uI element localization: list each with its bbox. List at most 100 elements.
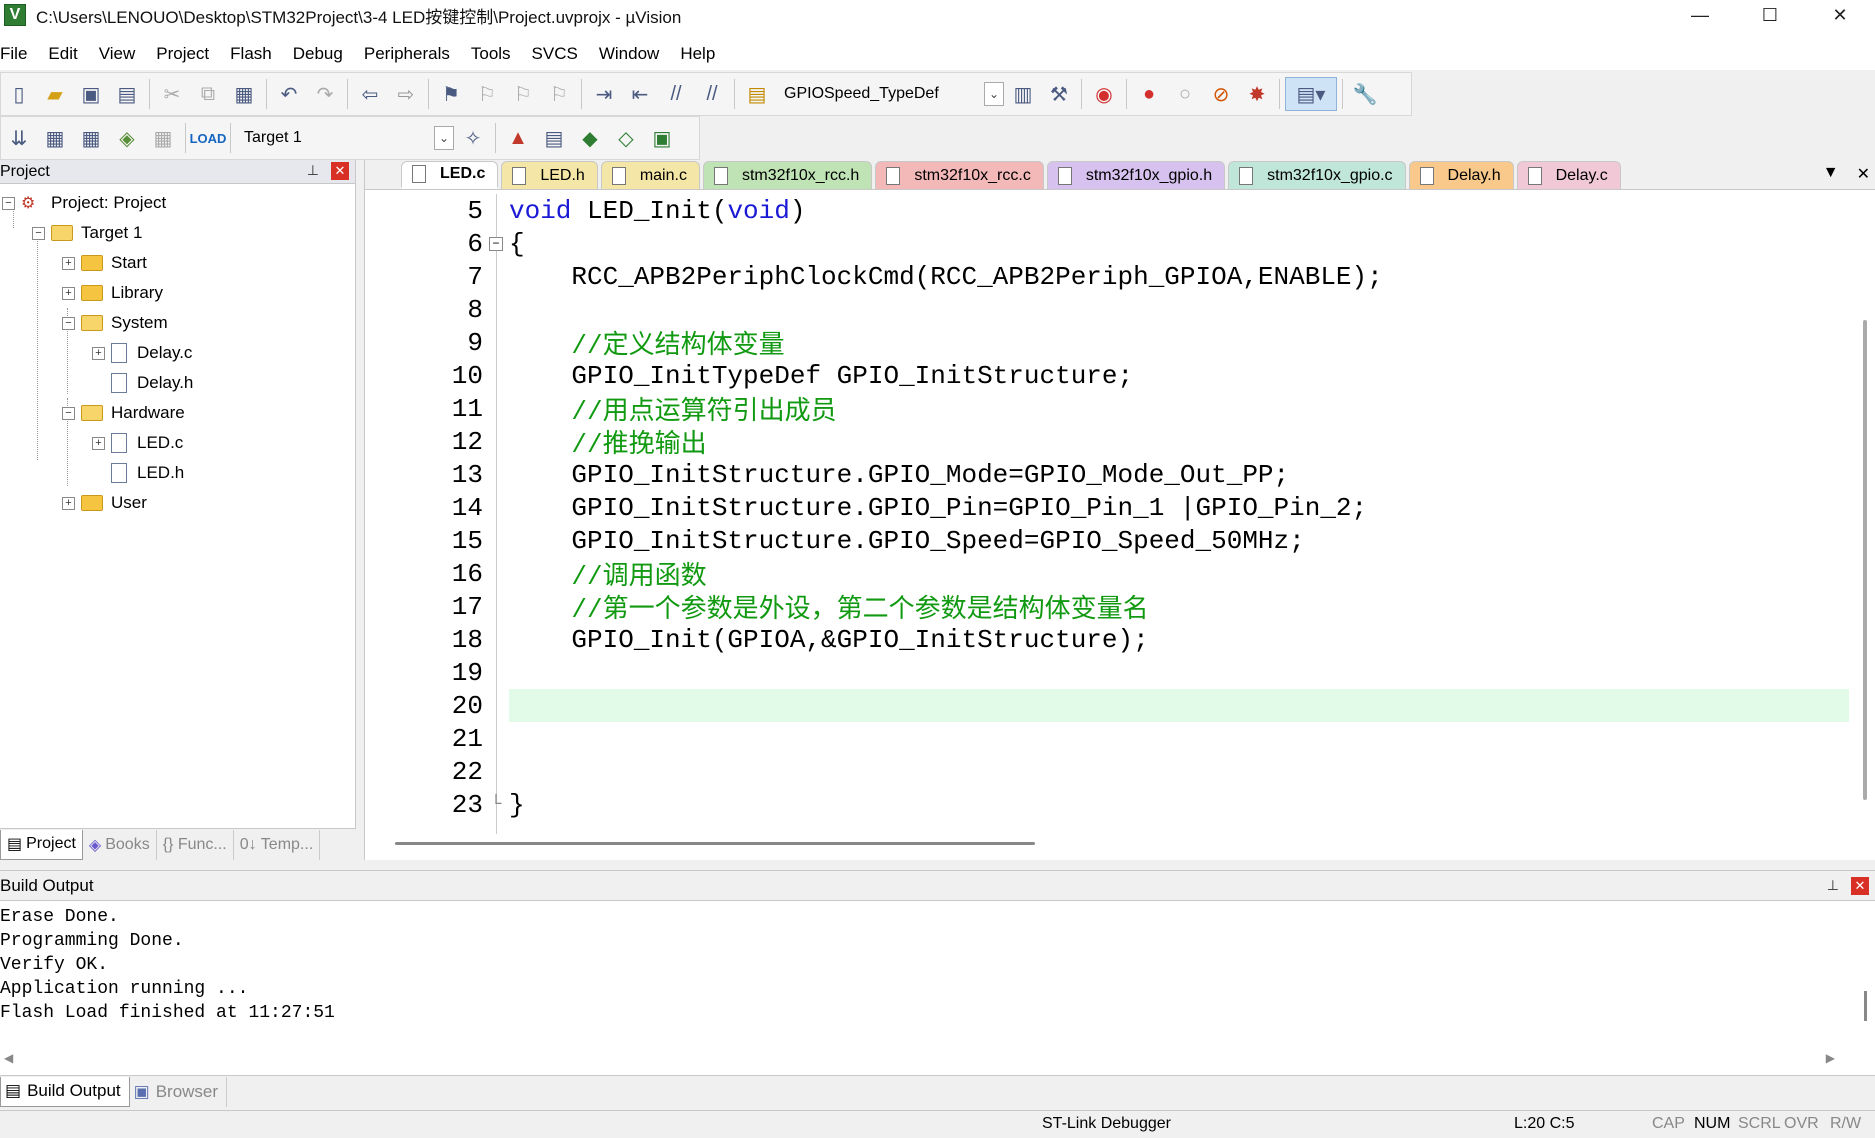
tab-templates[interactable]: 0↓ Temp... [234,829,321,860]
undo-icon[interactable]: ↶ [272,77,306,111]
next-bookmark-icon[interactable]: ⚐ [506,77,540,111]
pin-icon[interactable]: ⊥ [1827,877,1839,894]
comment-icon[interactable]: // [659,77,693,111]
redo-icon[interactable]: ↷ [308,77,342,111]
configure-icon[interactable]: 🔧 [1348,77,1382,111]
collapse-icon[interactable]: − [62,316,75,330]
translate-icon[interactable]: ⇊ [2,121,36,155]
new-file-icon[interactable]: ▯ [2,77,36,111]
menu-tools[interactable]: Tools [471,44,523,64]
enable-breakpoint-icon[interactable]: ○ [1168,77,1202,111]
disable-breakpoints-icon[interactable]: ⊘ [1204,77,1238,111]
tab-led-h[interactable]: LED.h [501,161,598,189]
tab-led-c[interactable]: LED.c [401,161,499,189]
close-icon[interactable]: ✕ [1851,877,1869,895]
kill-breakpoints-icon[interactable]: ✸ [1240,77,1274,111]
incremental-find-icon[interactable]: ⚒ [1042,77,1076,111]
tree-item-led-h[interactable]: LED.h [111,458,184,488]
rebuild-icon[interactable]: ▦ [74,121,108,155]
save-all-icon[interactable]: ▤ [110,77,144,111]
tab-stm32f10x-gpio-h[interactable]: stm32f10x_gpio.h [1046,161,1226,189]
menu-window[interactable]: Window [599,44,671,64]
scroll-right-icon[interactable]: ▶ [1826,1051,1835,1065]
tree-item-system[interactable]: − System [62,308,168,338]
build-icon[interactable]: ▦ [38,121,72,155]
tab-browser[interactable]: ▣ Browser [130,1076,228,1107]
manage-components-icon[interactable]: ▲ [501,121,535,155]
close-tab-icon[interactable]: ✕ [1857,164,1870,184]
chevron-down-icon[interactable]: ⌄ [984,82,1004,106]
indent-icon[interactable]: ⇥ [587,77,621,111]
menu-svcs[interactable]: SVCS [532,44,590,64]
code-editor[interactable]: 5 void LED_Init(void) 6−{7 RCC_APB2PeriphC… [365,194,1853,834]
expand-icon[interactable]: + [62,496,75,510]
close-window-button[interactable]: ✕ [1805,0,1875,30]
menu-view[interactable]: View [99,44,148,64]
tree-item-user[interactable]: + User [62,488,147,518]
tab-project[interactable]: ▤ Project [0,829,83,860]
find-combo[interactable]: GPIOSpeed_TypeDef ⌄ [775,79,1005,109]
file-extensions-icon[interactable]: ▤ [537,121,571,155]
tab-list-icon[interactable]: ▼ [1823,164,1839,184]
tree-item-project[interactable]: − ⚙ Project: Project [2,188,166,218]
select-software-packs-icon[interactable]: ▣ [645,121,679,155]
clear-bookmarks-icon[interactable]: ⚐ [542,77,576,111]
tree-item-library[interactable]: + Library [62,278,163,308]
tab-build-output[interactable]: ▤ Build Output [0,1076,130,1107]
chevron-down-icon[interactable]: ⌄ [434,126,454,150]
unindent-icon[interactable]: ⇤ [623,77,657,111]
tree-item-delay-c[interactable]: + Delay.c [92,338,192,368]
paste-icon[interactable]: ▦ [227,77,261,111]
menu-help[interactable]: Help [680,44,727,64]
bookmark-icon[interactable]: ⚑ [434,77,468,111]
collapse-icon[interactable]: − [32,226,45,240]
tab-functions[interactable]: {} Func... [157,829,234,860]
find-icon[interactable]: ▥ [1006,77,1040,111]
menu-peripherals[interactable]: Peripherals [364,44,462,64]
menu-file[interactable]: File [0,44,39,64]
tab-stm32f10x-rcc-c[interactable]: stm32f10x_rcc.c [875,161,1044,189]
menu-edit[interactable]: Edit [48,44,89,64]
target-options-icon[interactable]: ✧ [456,121,490,155]
insert-breakpoint-icon[interactable]: ● [1132,77,1166,111]
collapse-icon[interactable]: − [62,406,75,420]
tree-item-delay-h[interactable]: Delay.h [111,368,193,398]
navigate-forward-icon[interactable]: ⇨ [389,77,423,111]
debug-session-icon[interactable]: ◉ [1087,77,1121,111]
tree-item-hardware[interactable]: − Hardware [62,398,185,428]
fold-marker-icon[interactable]: └ [489,796,503,814]
pin-icon[interactable]: ⊥ [307,162,319,179]
tab-delay-h[interactable]: Delay.h [1408,161,1514,189]
tree-item-led-c[interactable]: + LED.c [92,428,183,458]
vertical-scrollbar[interactable] [1863,320,1867,800]
window-layout-icon[interactable]: ▤▾ [1285,77,1337,111]
batch-build-icon[interactable]: ◈ [110,121,144,155]
collapse-icon[interactable]: − [2,196,15,210]
expand-icon[interactable]: + [92,346,105,360]
copy-icon[interactable]: ⧉ [191,77,225,111]
prev-bookmark-icon[interactable]: ⚐ [470,77,504,111]
tree-item-start[interactable]: + Start [62,248,147,278]
close-icon[interactable]: ✕ [331,162,349,180]
minimize-button[interactable]: — [1665,0,1735,30]
save-icon[interactable]: ▣ [74,77,108,111]
menu-project[interactable]: Project [156,44,221,64]
find-in-files-icon[interactable]: ▤ [740,77,774,111]
cut-icon[interactable]: ✂ [155,77,189,111]
maximize-button[interactable]: ☐ [1735,0,1805,30]
vertical-scrollbar[interactable] [1864,991,1867,1021]
expand-icon[interactable]: + [62,286,75,300]
download-icon[interactable]: LOAD [190,121,227,155]
uncomment-icon[interactable]: // [695,77,729,111]
stop-build-icon[interactable]: ▦ [146,121,180,155]
menu-debug[interactable]: Debug [293,44,355,64]
horizontal-scrollbar[interactable] [395,842,1035,845]
tab-delay-c[interactable]: Delay.c [1516,161,1621,189]
target-combo[interactable]: Target 1 ⌄ [235,123,455,153]
pack-installer-icon[interactable]: ◇ [609,121,643,155]
tab-main-c[interactable]: main.c [600,161,700,189]
expand-icon[interactable]: + [92,436,105,450]
tab-stm32f10x-gpio-c[interactable]: stm32f10x_gpio.c [1228,161,1406,189]
navigate-back-icon[interactable]: ⇦ [353,77,387,111]
open-file-icon[interactable]: ▰ [38,77,72,111]
